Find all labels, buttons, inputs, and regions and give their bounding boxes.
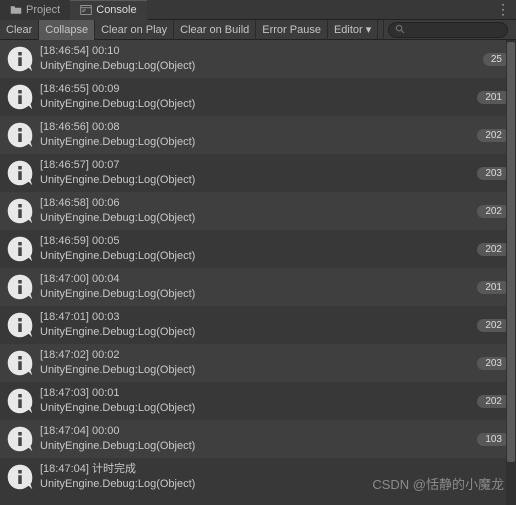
log-entry[interactable]: [18:47:03] 00:01 UnityEngine.Debug:Log(O…	[0, 382, 516, 420]
log-line2: UnityEngine.Debug:Log(Object)	[40, 59, 483, 74]
log-entry[interactable]: [18:47:02] 00:02 UnityEngine.Debug:Log(O…	[0, 344, 516, 382]
log-text: [18:47:04] 00:00 UnityEngine.Debug:Log(O…	[40, 424, 477, 454]
chevron-down-icon: ▾	[366, 23, 372, 36]
log-entry[interactable]: [18:47:00] 00:04 UnityEngine.Debug:Log(O…	[0, 268, 516, 306]
info-icon	[6, 273, 34, 301]
info-icon	[6, 425, 34, 453]
log-line2: UnityEngine.Debug:Log(Object)	[40, 287, 477, 302]
log-line1: [18:47:02] 00:02	[40, 348, 477, 363]
log-text: [18:47:04] 计时完成 UnityEngine.Debug:Log(Ob…	[40, 462, 510, 492]
search-input[interactable]	[388, 22, 508, 38]
log-text: [18:46:54] 00:10 UnityEngine.Debug:Log(O…	[40, 44, 483, 74]
scrollbar-thumb[interactable]	[507, 42, 515, 462]
log-line1: [18:46:58] 00:06	[40, 196, 477, 211]
log-line2: UnityEngine.Debug:Log(Object)	[40, 211, 477, 226]
info-icon	[6, 83, 34, 111]
log-text: [18:47:02] 00:02 UnityEngine.Debug:Log(O…	[40, 348, 477, 378]
log-entry[interactable]: [18:46:59] 00:05 UnityEngine.Debug:Log(O…	[0, 230, 516, 268]
info-icon	[6, 387, 34, 415]
log-line2: UnityEngine.Debug:Log(Object)	[40, 249, 477, 264]
info-icon	[6, 349, 34, 377]
editor-dropdown-label: Editor	[334, 24, 363, 36]
log-entry[interactable]: [18:47:04] 计时完成 UnityEngine.Debug:Log(Ob…	[0, 458, 516, 496]
log-line2: UnityEngine.Debug:Log(Object)	[40, 477, 510, 492]
log-line1: [18:47:01] 00:03	[40, 310, 477, 325]
toolbar: Clear Collapse Clear on Play Clear on Bu…	[0, 20, 516, 40]
info-icon	[6, 159, 34, 187]
clear-on-play-button[interactable]: Clear on Play	[95, 20, 174, 40]
tab-bar: Project Console ⋮	[0, 0, 516, 20]
log-line1: [18:46:56] 00:08	[40, 120, 477, 135]
error-pause-button[interactable]: Error Pause	[256, 20, 328, 40]
log-line1: [18:46:54] 00:10	[40, 44, 483, 59]
console-icon	[80, 4, 92, 16]
search-icon	[395, 24, 406, 35]
log-line2: UnityEngine.Debug:Log(Object)	[40, 363, 477, 378]
log-line1: [18:46:59] 00:05	[40, 234, 477, 249]
clear-button[interactable]: Clear	[0, 20, 39, 40]
log-line1: [18:47:04] 00:00	[40, 424, 477, 439]
log-text: [18:47:00] 00:04 UnityEngine.Debug:Log(O…	[40, 272, 477, 302]
log-line1: [18:47:04] 计时完成	[40, 462, 510, 477]
log-text: [18:46:55] 00:09 UnityEngine.Debug:Log(O…	[40, 82, 477, 112]
log-entry[interactable]: [18:46:55] 00:09 UnityEngine.Debug:Log(O…	[0, 78, 516, 116]
menu-icon[interactable]: ⋮	[496, 1, 510, 18]
info-icon	[6, 463, 34, 491]
info-icon	[6, 311, 34, 339]
log-line2: UnityEngine.Debug:Log(Object)	[40, 135, 477, 150]
folder-icon	[10, 4, 22, 16]
log-line2: UnityEngine.Debug:Log(Object)	[40, 173, 477, 188]
tab-console[interactable]: Console	[70, 0, 146, 20]
info-icon	[6, 121, 34, 149]
log-text: [18:47:01] 00:03 UnityEngine.Debug:Log(O…	[40, 310, 477, 340]
clear-on-build-button[interactable]: Clear on Build	[174, 20, 256, 40]
log-line1: [18:46:57] 00:07	[40, 158, 477, 173]
log-entry[interactable]: [18:46:58] 00:06 UnityEngine.Debug:Log(O…	[0, 192, 516, 230]
editor-dropdown[interactable]: Editor ▾	[328, 20, 378, 39]
log-text: [18:46:57] 00:07 UnityEngine.Debug:Log(O…	[40, 158, 477, 188]
log-entry[interactable]: [18:46:54] 00:10 UnityEngine.Debug:Log(O…	[0, 40, 516, 78]
log-line1: [18:47:00] 00:04	[40, 272, 477, 287]
collapse-button[interactable]: Collapse	[39, 20, 95, 40]
log-line2: UnityEngine.Debug:Log(Object)	[40, 401, 477, 416]
info-icon	[6, 197, 34, 225]
log-entry[interactable]: [18:46:56] 00:08 UnityEngine.Debug:Log(O…	[0, 116, 516, 154]
log-entry[interactable]: [18:47:01] 00:03 UnityEngine.Debug:Log(O…	[0, 306, 516, 344]
scrollbar[interactable]	[506, 40, 516, 505]
tab-console-label: Console	[96, 4, 136, 16]
log-line2: UnityEngine.Debug:Log(Object)	[40, 439, 477, 454]
log-text: [18:46:56] 00:08 UnityEngine.Debug:Log(O…	[40, 120, 477, 150]
log-entry[interactable]: [18:46:57] 00:07 UnityEngine.Debug:Log(O…	[0, 154, 516, 192]
tab-project-label: Project	[26, 4, 60, 16]
tab-project[interactable]: Project	[0, 0, 70, 20]
info-icon	[6, 45, 34, 73]
log-line1: [18:47:03] 00:01	[40, 386, 477, 401]
log-text: [18:46:59] 00:05 UnityEngine.Debug:Log(O…	[40, 234, 477, 264]
log-list: [18:46:54] 00:10 UnityEngine.Debug:Log(O…	[0, 40, 516, 505]
log-line2: UnityEngine.Debug:Log(Object)	[40, 97, 477, 112]
info-icon	[6, 235, 34, 263]
log-line2: UnityEngine.Debug:Log(Object)	[40, 325, 477, 340]
log-text: [18:46:58] 00:06 UnityEngine.Debug:Log(O…	[40, 196, 477, 226]
log-line1: [18:46:55] 00:09	[40, 82, 477, 97]
log-text: [18:47:03] 00:01 UnityEngine.Debug:Log(O…	[40, 386, 477, 416]
log-entry[interactable]: [18:47:04] 00:00 UnityEngine.Debug:Log(O…	[0, 420, 516, 458]
